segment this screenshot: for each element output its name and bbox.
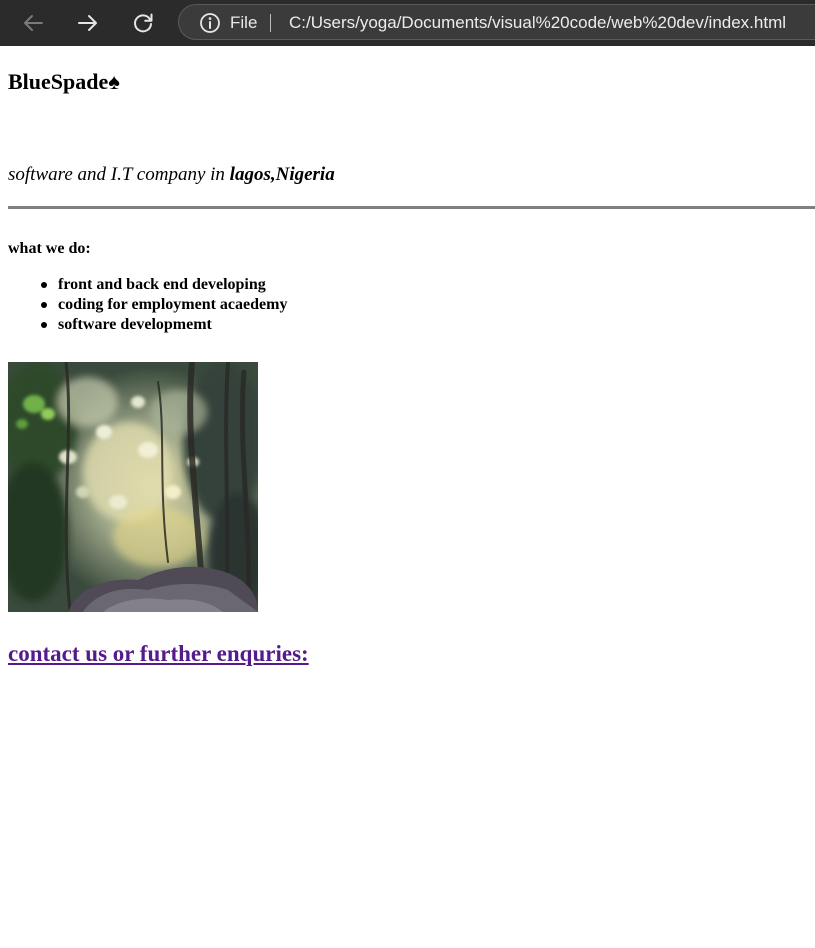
site-info-button[interactable]: File xyxy=(199,12,257,34)
address-bar[interactable]: File C:/Users/yoga/Documents/visual%20co… xyxy=(178,4,815,40)
forest-photo xyxy=(8,362,258,612)
list-item: software developmemt xyxy=(40,315,287,335)
url-text[interactable]: C:/Users/yoga/Documents/visual%20code/we… xyxy=(289,13,786,33)
services-list: front and back end developing coding for… xyxy=(40,275,288,335)
reload-button[interactable] xyxy=(128,8,158,38)
tagline-location: lagos,Nigeria xyxy=(229,164,335,185)
tagline-text: software and I.T company in xyxy=(8,164,230,185)
browser-toolbar: File C:/Users/yoga/Documents/visual%20co… xyxy=(0,0,815,46)
list-item: coding for employment acaedemy xyxy=(40,296,288,313)
horizontal-rule xyxy=(8,206,815,209)
tagline: software and I.T company in lagos,Nigeri… xyxy=(8,165,335,184)
list-item: front and back end developing xyxy=(40,275,287,295)
brand-title: BlueSpade♠ xyxy=(8,69,120,94)
page-content: BlueSpade♠ software and I.T company in l… xyxy=(0,46,815,948)
reload-icon xyxy=(134,13,153,33)
address-bar-divider xyxy=(270,14,271,32)
contact-link[interactable]: contact us or further enquries: xyxy=(8,642,309,665)
site-info-label: File xyxy=(230,13,258,32)
back-button[interactable] xyxy=(18,8,48,38)
services-heading: what we do: xyxy=(8,240,91,257)
info-circle-icon xyxy=(200,13,220,33)
forward-button[interactable] xyxy=(73,8,103,38)
arrow-right-icon xyxy=(78,15,97,31)
arrow-left-icon xyxy=(24,15,43,31)
